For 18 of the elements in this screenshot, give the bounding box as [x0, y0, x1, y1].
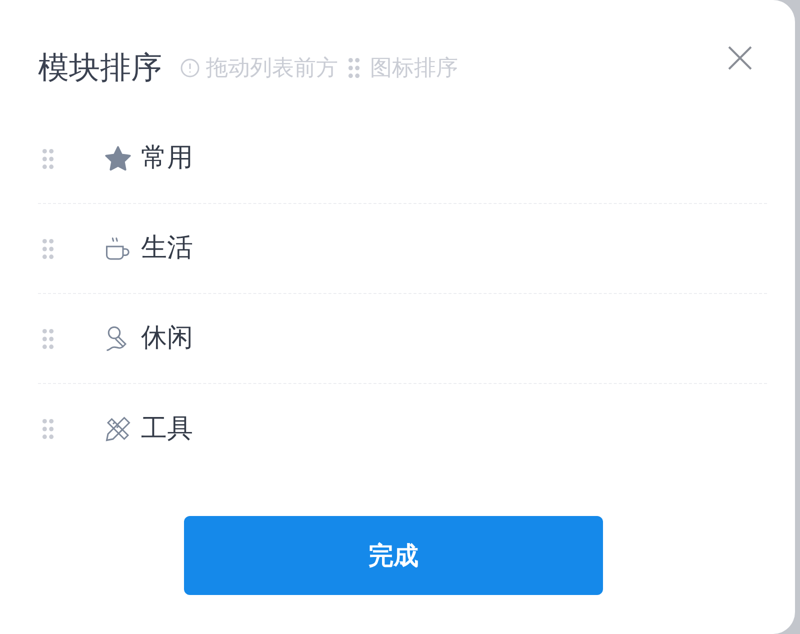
- pencil-ruler-icon: [103, 414, 133, 444]
- module-row[interactable]: 休闲: [38, 294, 767, 384]
- dialog-title: 模块排序: [38, 48, 162, 88]
- done-button[interactable]: 完成: [184, 516, 603, 595]
- module-label: 休闲: [141, 322, 193, 355]
- module-label: 工具: [141, 412, 193, 446]
- module-label: 生活: [141, 232, 193, 265]
- drag-handle-icon[interactable]: [42, 148, 54, 168]
- drag-handle-icon[interactable]: [42, 419, 54, 439]
- drag-dots-icon: [348, 58, 360, 78]
- info-icon: [180, 58, 200, 78]
- module-row[interactable]: 工具: [38, 384, 767, 474]
- star-icon: [103, 144, 133, 174]
- drag-handle-icon[interactable]: [42, 238, 54, 258]
- module-row[interactable]: 生活: [38, 204, 767, 294]
- module-label: 常用: [141, 142, 193, 175]
- module-row[interactable]: 常用: [38, 114, 767, 204]
- drag-handle-icon[interactable]: [42, 328, 54, 348]
